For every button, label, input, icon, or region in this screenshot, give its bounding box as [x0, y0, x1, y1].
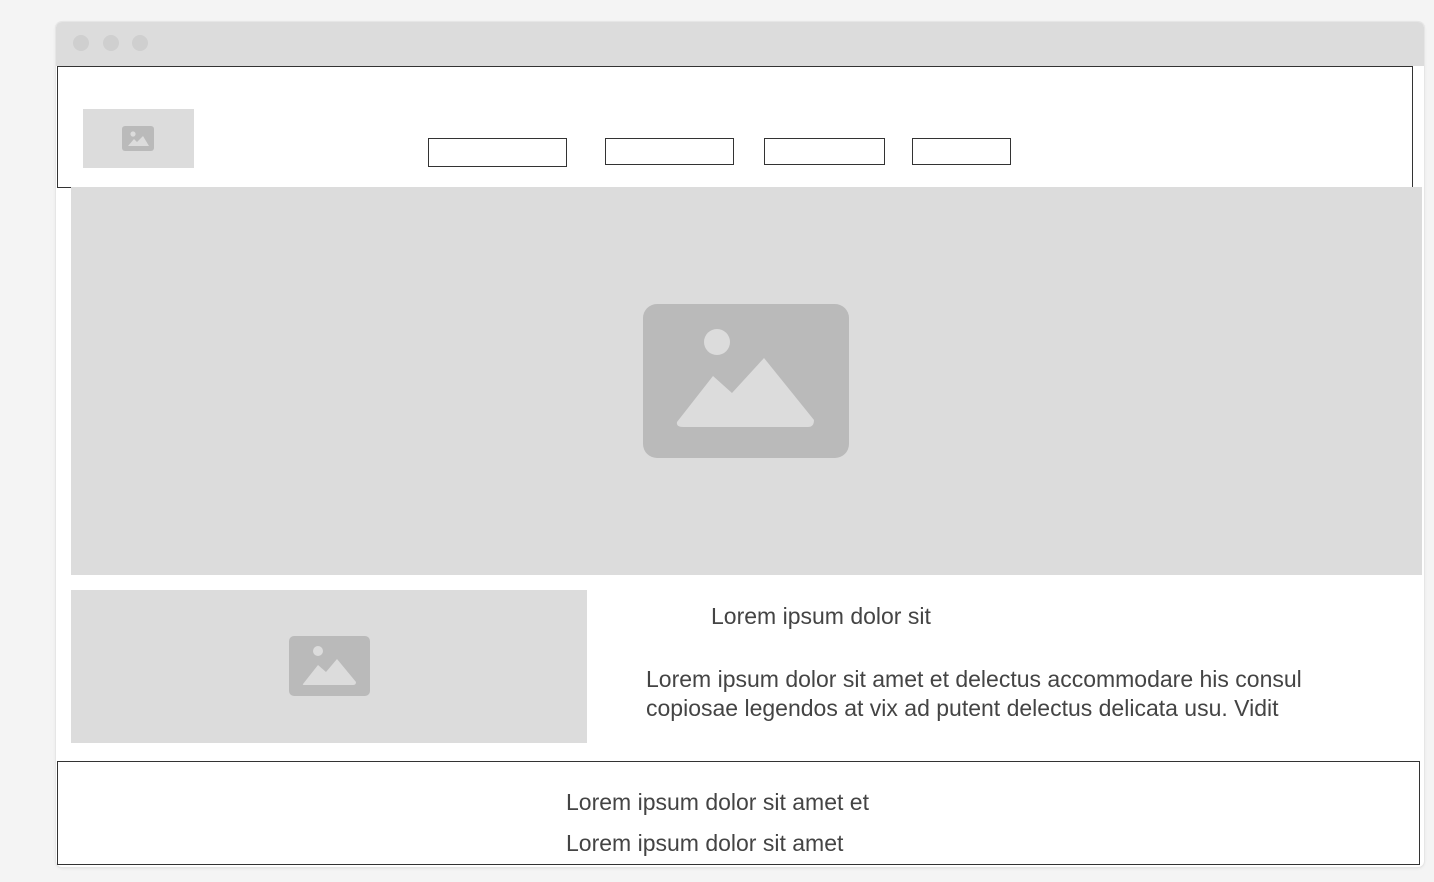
feature-body-line-2: copiosae legendos at vix ad putent delec…: [646, 695, 1279, 721]
footer-line-2: Lorem ipsum dolor sit amet: [566, 830, 844, 856]
image-icon: [643, 304, 849, 458]
feature-heading: Lorem ipsum dolor sit: [711, 603, 931, 629]
minimize-window-button[interactable]: [103, 35, 119, 51]
image-icon: [122, 126, 154, 151]
image-icon: [289, 636, 370, 696]
hero-image-placeholder: [71, 187, 1422, 575]
nav-item-4[interactable]: [912, 138, 1011, 165]
maximize-window-button[interactable]: [132, 35, 148, 51]
nav-item-3[interactable]: [764, 138, 885, 165]
window-titlebar: [56, 22, 1424, 66]
feature-body-line-1: Lorem ipsum dolor sit amet et delectus a…: [646, 666, 1302, 692]
site-header: [57, 66, 1413, 188]
footer-line-1: Lorem ipsum dolor sit amet et: [566, 789, 869, 815]
logo-placeholder[interactable]: [83, 109, 194, 168]
feature-image-placeholder: [71, 590, 587, 743]
close-window-button[interactable]: [73, 35, 89, 51]
nav-item-1[interactable]: [428, 138, 567, 167]
nav-item-2[interactable]: [605, 138, 734, 165]
